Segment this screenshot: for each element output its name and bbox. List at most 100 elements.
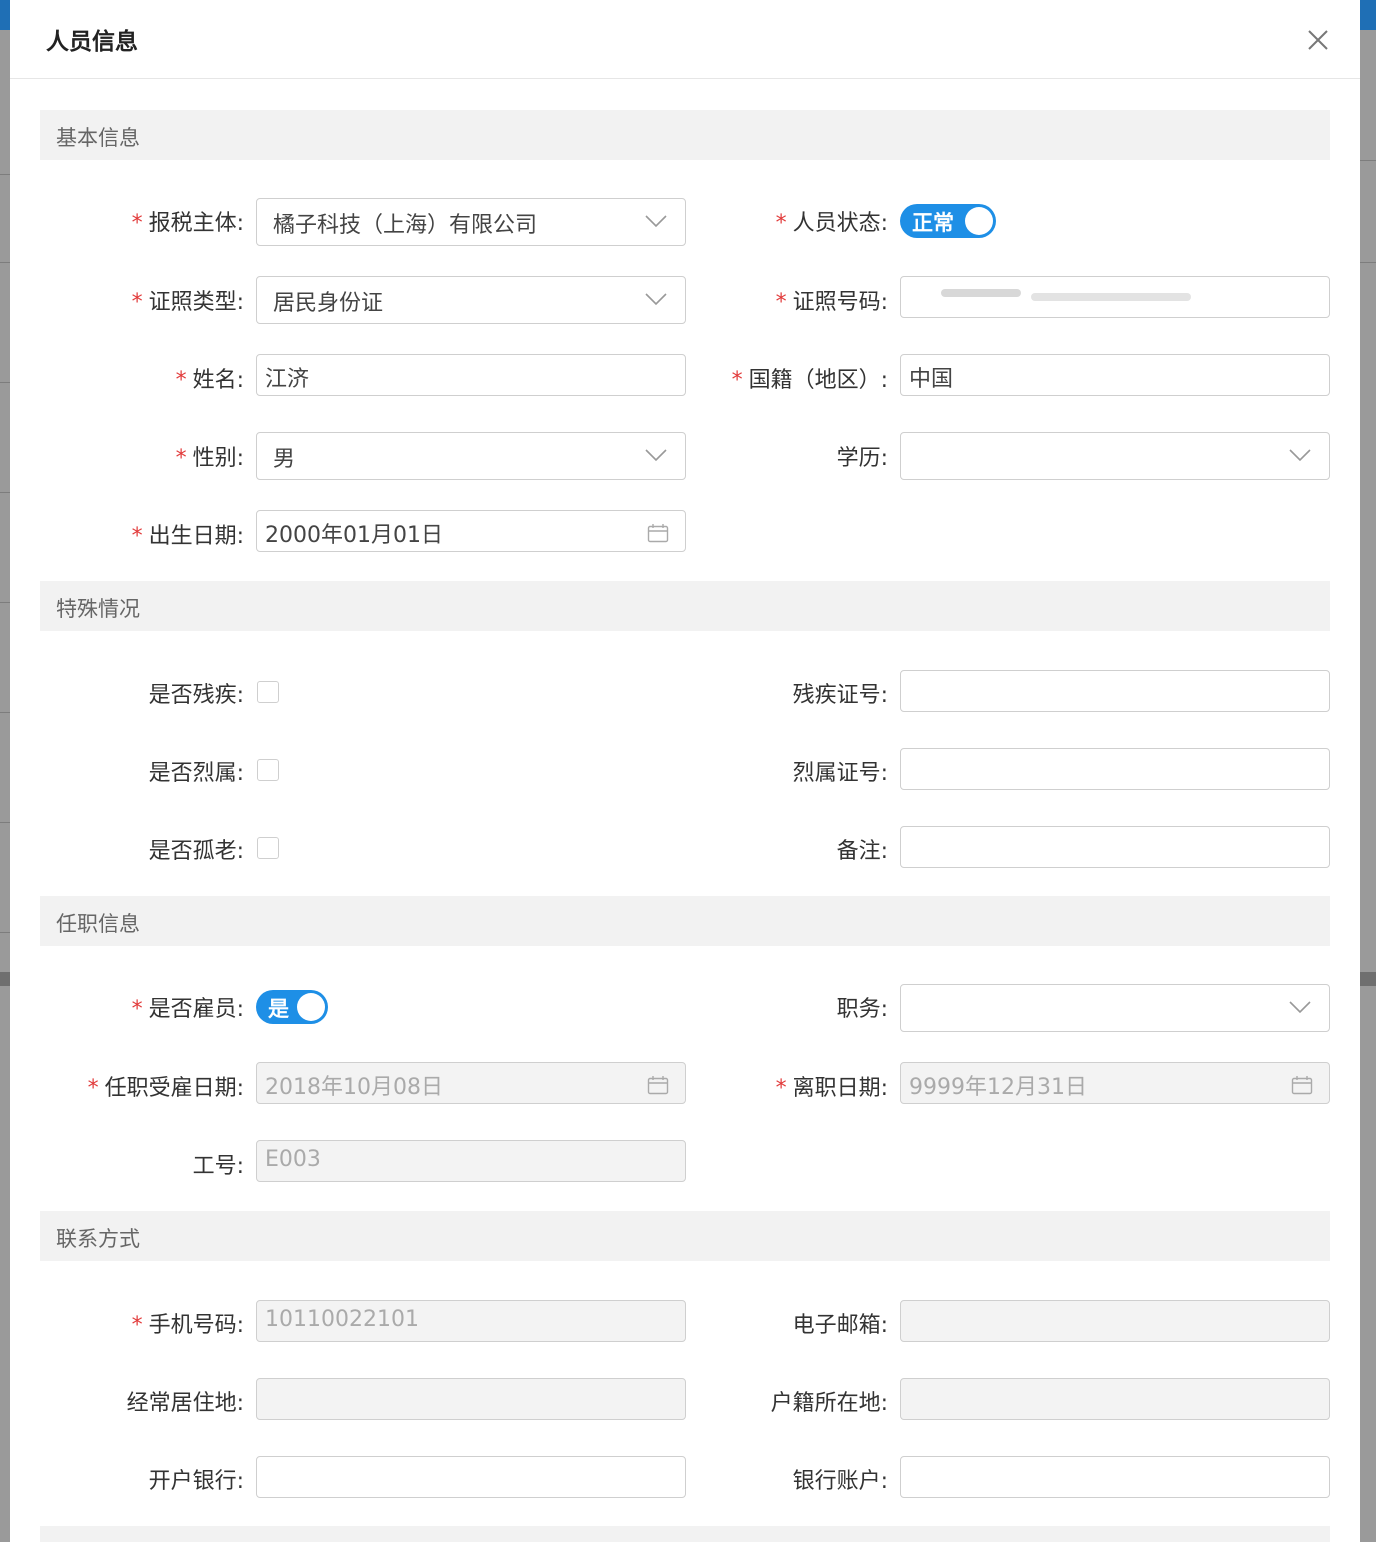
- email-label: 电子邮箱:: [792, 1313, 888, 1338]
- status-toggle[interactable]: 正常: [900, 204, 996, 238]
- background-divider: [0, 712, 10, 713]
- disability-cert-input[interactable]: [900, 670, 1330, 712]
- taxpayer-label: * 报税主体:: [131, 211, 244, 236]
- taxpayer-value: 橘子科技（上海）有限公司: [273, 213, 538, 238]
- email-input[interactable]: [900, 1300, 1330, 1342]
- background-divider: [1360, 160, 1376, 161]
- background-divider: [0, 262, 10, 263]
- birthdate-picker[interactable]: 2000年01月01日: [256, 510, 686, 552]
- background-divider: [0, 382, 10, 383]
- required-mark: *: [131, 211, 143, 236]
- status-toggle-label: 正常: [912, 211, 954, 235]
- residence-input[interactable]: [256, 1378, 686, 1420]
- taxpayer-select[interactable]: 橘子科技（上海）有限公司: [256, 198, 686, 246]
- disabled-checkbox[interactable]: [257, 681, 279, 703]
- modal-header: 人员信息: [10, 0, 1360, 79]
- leave-date-value: 9999年12月31日: [909, 1075, 1087, 1100]
- section-title: 任职信息: [56, 912, 140, 936]
- disabled-label: 是否残疾:: [148, 683, 244, 708]
- phone-value: 10110022101: [265, 1307, 419, 1332]
- birthdate-value: 2000年01月01日: [265, 523, 443, 548]
- account-input[interactable]: [900, 1456, 1330, 1498]
- education-label: 学历:: [836, 446, 888, 471]
- elderly-checkbox[interactable]: [257, 837, 279, 859]
- household-label: 户籍所在地:: [770, 1391, 888, 1416]
- birthdate-label: * 出生日期:: [131, 524, 244, 549]
- background-right-strip: [1360, 30, 1376, 1542]
- section-basic-info: 基本信息: [40, 110, 1330, 160]
- background-divider: [0, 602, 10, 603]
- household-input[interactable]: [900, 1378, 1330, 1420]
- is-employee-toggle[interactable]: 是: [256, 990, 328, 1024]
- bank-label: 开户银行:: [148, 1469, 244, 1494]
- name-label: * 姓名:: [175, 368, 244, 393]
- name-value: 江济: [265, 367, 310, 392]
- section-next-partial: [40, 1526, 1330, 1542]
- hire-date-value: 2018年10月08日: [265, 1075, 443, 1100]
- gender-select[interactable]: 男: [256, 432, 686, 480]
- leave-date-picker[interactable]: 9999年12月31日: [900, 1062, 1330, 1104]
- chevron-down-icon: [1289, 449, 1311, 462]
- position-label: 职务:: [836, 997, 888, 1022]
- is-employee-toggle-label: 是: [268, 997, 289, 1021]
- martyr-label: 是否烈属:: [148, 761, 244, 786]
- chevron-down-icon: [1289, 1001, 1311, 1014]
- nationality-input[interactable]: 中国: [900, 354, 1330, 396]
- background-left-strip: [0, 30, 10, 1542]
- account-label: 银行账户:: [792, 1469, 888, 1494]
- phone-label: * 手机号码:: [131, 1313, 244, 1338]
- toggle-knob: [965, 207, 993, 235]
- martyr-cert-input[interactable]: [900, 748, 1330, 790]
- redacted-id-number: [941, 289, 1021, 297]
- position-select[interactable]: [900, 984, 1330, 1032]
- toggle-knob: [297, 993, 325, 1021]
- disability-cert-label: 残疾证号:: [792, 683, 888, 708]
- required-mark: *: [775, 290, 787, 315]
- name-input[interactable]: 江济: [256, 354, 686, 396]
- is-employee-label: * 是否雇员:: [131, 997, 244, 1022]
- id-type-value: 居民身份证: [273, 291, 384, 316]
- remark-label: 备注:: [836, 839, 888, 864]
- section-title: 联系方式: [56, 1227, 140, 1251]
- bank-input[interactable]: [256, 1456, 686, 1498]
- gender-label: * 性别:: [175, 446, 244, 471]
- required-mark: *: [731, 368, 743, 393]
- close-icon[interactable]: [1306, 28, 1330, 52]
- phone-input[interactable]: 10110022101: [256, 1300, 686, 1342]
- section-special-info: 特殊情况: [40, 581, 1330, 631]
- status-label: * 人员状态:: [775, 211, 888, 236]
- required-mark: *: [775, 211, 787, 236]
- required-mark: *: [131, 997, 143, 1022]
- leave-date-label: * 离职日期:: [775, 1076, 888, 1101]
- id-type-select[interactable]: 居民身份证: [256, 276, 686, 324]
- hire-date-picker[interactable]: 2018年10月08日: [256, 1062, 686, 1104]
- martyr-cert-label: 烈属证号:: [792, 761, 888, 786]
- nationality-value: 中国: [909, 367, 954, 392]
- gender-value: 男: [273, 447, 296, 472]
- calendar-icon: [647, 1076, 669, 1095]
- education-select[interactable]: [900, 432, 1330, 480]
- background-divider: [1360, 262, 1376, 263]
- background-divider: [0, 932, 10, 933]
- chevron-down-icon: [645, 449, 667, 462]
- required-mark: *: [175, 368, 187, 393]
- required-mark: *: [131, 290, 143, 315]
- remark-input[interactable]: [900, 826, 1330, 868]
- section-title: 特殊情况: [56, 597, 140, 621]
- emp-no-input[interactable]: E003: [256, 1140, 686, 1182]
- background-divider: [0, 822, 10, 823]
- calendar-icon: [647, 524, 669, 543]
- redacted-id-number: [1031, 293, 1191, 301]
- chevron-down-icon: [645, 293, 667, 306]
- id-number-label: * 证照号码:: [775, 290, 888, 315]
- residence-label: 经常居住地:: [126, 1391, 244, 1416]
- id-type-label: * 证照类型:: [131, 290, 244, 315]
- nationality-label: * 国籍（地区）:: [731, 368, 888, 393]
- martyr-checkbox[interactable]: [257, 759, 279, 781]
- emp-no-value: E003: [265, 1147, 321, 1172]
- section-employment-info: 任职信息: [40, 896, 1330, 946]
- emp-no-label: 工号:: [192, 1154, 244, 1179]
- id-number-input[interactable]: [900, 276, 1330, 318]
- section-contact-info: 联系方式: [40, 1211, 1330, 1261]
- section-title: 基本信息: [56, 126, 140, 150]
